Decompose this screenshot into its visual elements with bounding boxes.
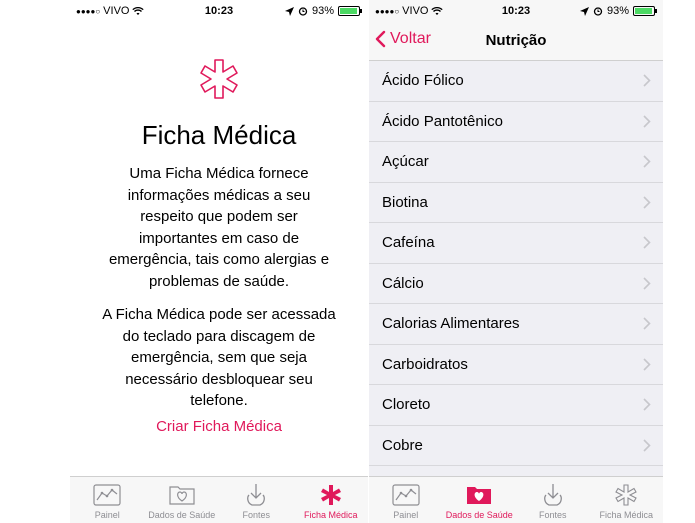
sources-icon [540, 483, 566, 507]
tab-painel[interactable]: Painel [369, 477, 443, 523]
description-line: do teclado para discagem de [122, 327, 316, 345]
tab-painel[interactable]: Painel [70, 477, 145, 523]
list-item-label: Cálcio [382, 274, 424, 292]
list-item[interactable]: Cafeína [369, 223, 663, 264]
chevron-right-icon [643, 236, 651, 249]
list-item[interactable]: Cálcio [369, 264, 663, 304]
description-line: Uma Ficha Médica fornece [129, 165, 309, 182]
tab-label: Ficha Médica [599, 510, 654, 520]
tab-dados-de-saude[interactable]: Dados de Saúde [145, 477, 220, 523]
chevron-right-icon [643, 357, 651, 371]
list-item[interactable]: Ácido Fólico [369, 61, 663, 102]
battery-percent: 93% [311, 5, 334, 17]
medical-asterisk-icon [70, 58, 368, 105]
battery-icon [633, 6, 657, 16]
tab-bar: Painel Dados de Saúde Fontes Ficha Médic… [369, 476, 663, 523]
description-line: necessário desbloquear seu [125, 370, 313, 388]
dashboard-icon [93, 483, 121, 507]
chevron-right-icon [643, 317, 651, 330]
description-line: telefone. [190, 392, 248, 409]
description-line: emergência, tais como alergias e [108, 251, 330, 268]
page-title: Nutrição [485, 32, 547, 49]
page-title: Ficha Médica [141, 120, 297, 150]
chevron-right-icon [643, 276, 651, 290]
chevron-right-icon [643, 438, 651, 452]
tab-label: Painel [393, 510, 419, 520]
description-line: problemas de saúde. [148, 272, 290, 290]
chevron-right-icon [643, 155, 651, 168]
health-data-icon [168, 483, 196, 507]
list-item[interactable]: Carboidratos [369, 345, 663, 385]
list-item[interactable]: Ácido Pantotênico [369, 102, 663, 142]
alarm-icon [298, 7, 308, 16]
tab-fontes[interactable]: Fontes [219, 477, 294, 523]
chevron-right-icon [643, 195, 651, 209]
tab-label: Fontes [538, 510, 567, 520]
battery-icon [338, 6, 362, 16]
status-bar: ●●●●○ VIVO 10:23 93% [369, 0, 663, 22]
list-item[interactable]: Cobre [369, 426, 663, 466]
tab-bar: Painel Dados de Saúde Fontes Ficha Médic… [70, 476, 368, 523]
list-item-label: Ácido Fólico [382, 72, 464, 90]
medical-id-screen: ●●●●○ VIVO 10:23 93% Ficha Médica Uma Fi… [70, 0, 368, 523]
tab-label: Ficha Médica [303, 510, 358, 520]
description-line: A Ficha Médica pode ser acessada [102, 306, 336, 323]
description-paragraph-2: A Ficha Médica pode ser acessada do tecl… [80, 304, 358, 412]
nutrition-list: Ácido Fólico Ácido Pantotênico Açúcar Bi… [369, 61, 663, 466]
list-item[interactable]: Biotina [369, 183, 663, 223]
list-item-label: Cloreto [382, 396, 431, 414]
chevron-right-icon [643, 114, 651, 128]
tab-label: Dados de Saúde [148, 510, 216, 520]
list-item-label: Cobre [382, 436, 423, 454]
navigation-bar: Voltar Nutrição [369, 22, 663, 61]
description-line: emergência, sem que seja [131, 349, 307, 366]
dashboard-icon [392, 483, 420, 507]
sources-icon [243, 483, 269, 507]
battery-percent: 93% [606, 5, 629, 17]
list-item-label: Cafeína [382, 234, 435, 252]
create-medical-id-link[interactable]: Criar Ficha Médica [70, 418, 368, 435]
description-line: importantes em caso de [138, 229, 300, 247]
list-item-label: Carboidratos [382, 355, 468, 373]
list-item-label: Ácido Pantotênico [382, 112, 503, 130]
medical-id-icon [614, 483, 638, 507]
chevron-right-icon [643, 74, 651, 87]
tab-dados-de-saude[interactable]: Dados de Saúde [443, 477, 517, 523]
location-icon [579, 6, 589, 16]
chevron-right-icon [643, 398, 651, 411]
list-item[interactable]: Açúcar [369, 142, 663, 183]
list-item-label: Açúcar [382, 153, 429, 171]
list-item-label: Biotina [382, 193, 428, 211]
list-item-label: Calorias Alimentares [382, 315, 520, 333]
nutrition-screen: ●●●●○ VIVO 10:23 93% Voltar Nutrição Áci… [369, 0, 663, 523]
health-data-icon [465, 483, 493, 507]
medical-id-icon [319, 483, 343, 507]
tab-ficha-medica[interactable]: Ficha Médica [590, 477, 664, 523]
status-bar: ●●●●○ VIVO 10:23 93% [70, 0, 368, 22]
tab-label: Painel [94, 510, 120, 520]
location-icon [284, 6, 294, 16]
tab-label: Dados de Saúde [445, 510, 513, 520]
description-paragraph-1: Uma Ficha Médica fornece informações méd… [80, 163, 358, 292]
tab-label: Fontes [242, 510, 270, 520]
list-item[interactable]: Calorias Alimentares [369, 304, 663, 345]
description-line: respeito que podem ser [140, 208, 298, 225]
tab-ficha-medica[interactable]: Ficha Médica [294, 477, 369, 523]
alarm-icon [593, 7, 603, 16]
list-item[interactable]: Cloreto [369, 385, 663, 426]
tab-fontes[interactable]: Fontes [516, 477, 590, 523]
description-line: informações médicas a seu [127, 186, 311, 204]
